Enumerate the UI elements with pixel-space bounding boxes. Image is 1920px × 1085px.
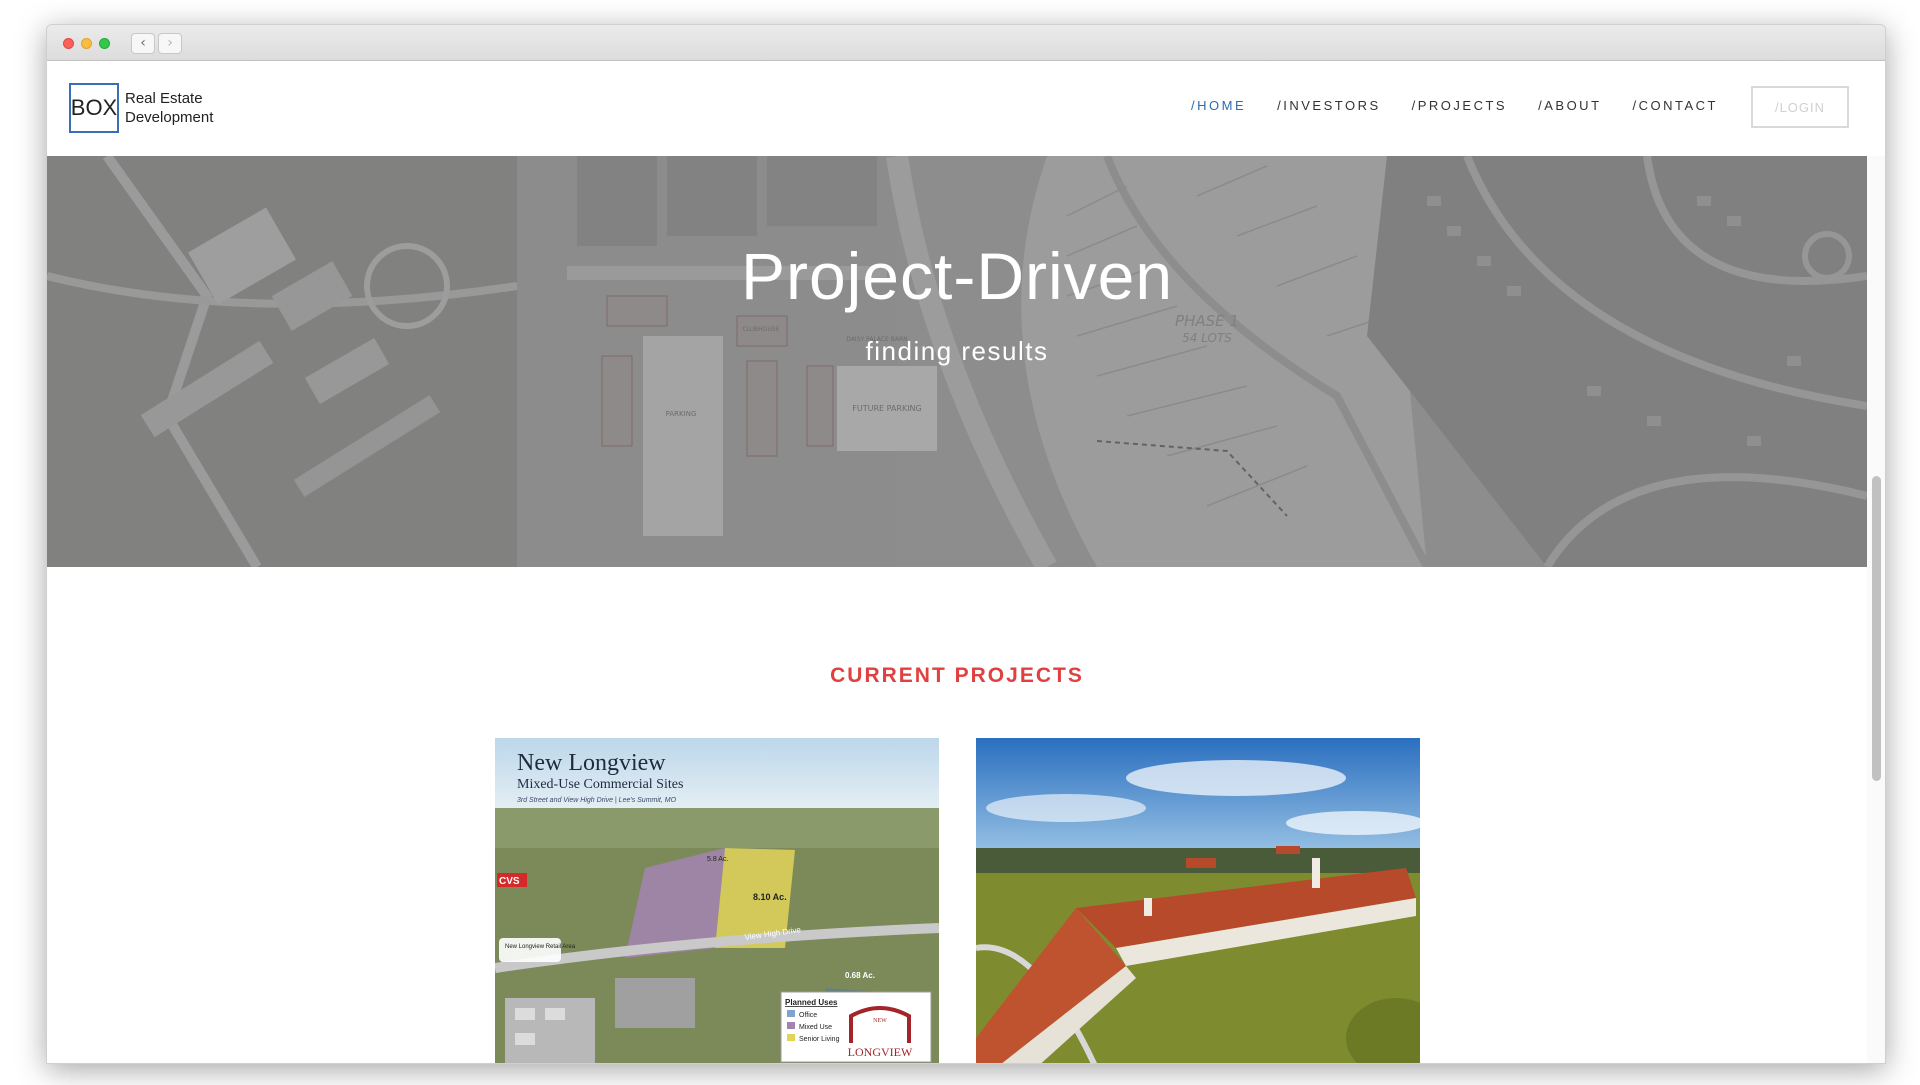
page-scrollbar[interactable] <box>1867 156 1885 1063</box>
card1-legend-mixed-use: Mixed Use <box>799 1024 832 1031</box>
logo-text: Real Estate Development <box>125 89 213 127</box>
current-projects-heading: CURRENT PROJECTS <box>830 664 1084 687</box>
new-longview-image: New Longview Mixed-Use Commercial Sites … <box>495 738 939 1063</box>
scrollbar-thumb[interactable] <box>1872 476 1881 781</box>
svg-text:CVS: CVS <box>499 876 520 887</box>
project-card-new-longview[interactable]: New Longview Mixed-Use Commercial Sites … <box>495 738 939 1063</box>
nav-projects[interactable]: /PROJECTS <box>1412 98 1507 113</box>
nav-investors[interactable]: /INVESTORS <box>1277 98 1381 113</box>
site-logo[interactable]: BOX Real Estate Development <box>69 83 213 133</box>
card1-acre-1: 8.10 Ac. <box>753 892 787 902</box>
minimize-window-icon[interactable] <box>81 38 92 49</box>
nav-home[interactable]: /HOME <box>1191 98 1246 113</box>
card1-acre-2: 5.8 Ac. <box>707 856 728 863</box>
card1-brand-top: NEW <box>873 1018 887 1024</box>
card1-legend-senior-living: Senior Living <box>799 1036 840 1043</box>
logo-box: BOX <box>69 83 119 133</box>
card1-retail-label: New Longview Retail Area <box>505 944 576 950</box>
logo-line-2: Development <box>125 109 214 126</box>
site-header: BOX Real Estate Development /HOME /INVES… <box>47 62 1867 156</box>
card1-title: New Longview <box>517 750 666 776</box>
nav-about[interactable]: /ABOUT <box>1538 98 1601 113</box>
back-arrow-icon[interactable]: ‹ <box>131 33 155 54</box>
hero-banner: FUTURE PARKING PARKING CLUBHOUSE DAISY P… <box>47 156 1867 567</box>
card1-legend-title: Planned Uses <box>785 998 838 1007</box>
project-card-longview-barn[interactable] <box>976 738 1420 1063</box>
maximize-window-icon[interactable] <box>99 38 110 49</box>
browser-window: ‹ › BOX Real Estate Development /HOME /I… <box>46 24 1886 1064</box>
card1-address: 3rd Street and View High Drive | Lee's S… <box>517 797 677 804</box>
card1-acre-3: 0.68 Ac. <box>845 971 875 980</box>
card1-brand: LONGVIEW <box>848 1045 913 1059</box>
main-nav: /HOME /INVESTORS /PROJECTS /ABOUT /CONTA… <box>1191 98 1749 113</box>
hero-subtitle: finding results <box>865 336 1049 366</box>
nav-contact[interactable]: /CONTACT <box>1633 98 1718 113</box>
logo-line-1: Real Estate <box>125 90 203 107</box>
card1-legend-office: Office <box>799 1012 817 1019</box>
card1-subtitle: Mixed-Use Commercial Sites <box>517 777 683 792</box>
browser-titlebar: ‹ › <box>47 25 1885 61</box>
longview-barn-aerial-image <box>976 738 1420 1063</box>
close-window-icon[interactable] <box>63 38 74 49</box>
hero-title: Project-Driven <box>740 239 1174 313</box>
login-button[interactable]: /LOGIN <box>1751 86 1849 128</box>
forward-arrow-icon[interactable]: › <box>158 33 182 54</box>
page-viewport: BOX Real Estate Development /HOME /INVES… <box>47 62 1885 1063</box>
